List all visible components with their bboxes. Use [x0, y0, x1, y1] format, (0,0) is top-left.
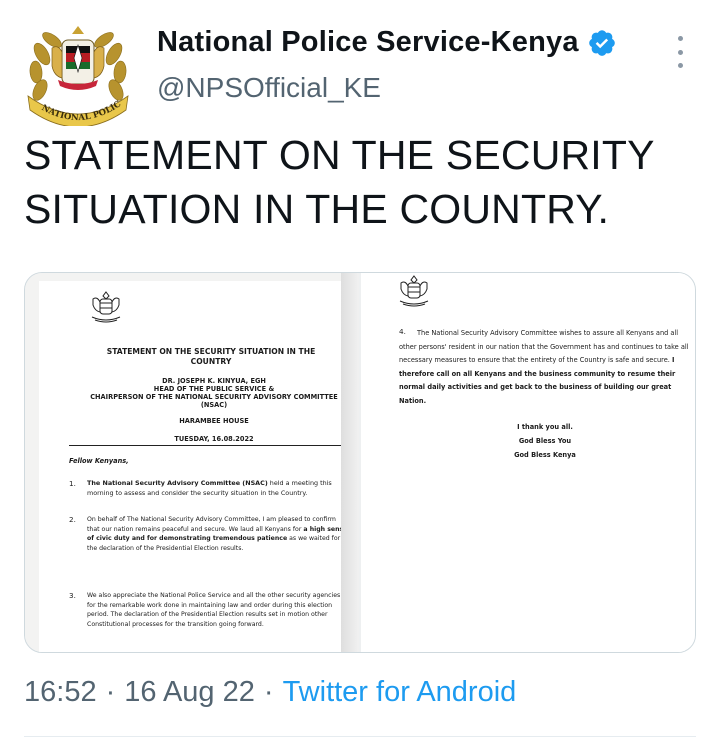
- tweet-media-grid[interactable]: STATEMENT ON THE SECURITY SITUATION IN T…: [24, 272, 696, 653]
- document-paragraph-4: The National Security Advisory Committee…: [399, 329, 689, 405]
- divider: [24, 736, 696, 737]
- account-handle[interactable]: @NPSOfficial_KE: [157, 72, 381, 104]
- document-author-role: CHAIRPERSON OF THE NATIONAL SECURITY ADV…: [90, 393, 338, 401]
- document-title: STATEMENT ON THE SECURITY SITUATION IN T…: [106, 347, 316, 366]
- document-closing: God Bless Kenya: [514, 451, 576, 459]
- tweet-source-link[interactable]: Twitter for Android: [283, 676, 517, 709]
- document-author-name: DR. JOSEPH K. KINYUA, EGH: [162, 377, 266, 385]
- more-dot: [677, 49, 683, 55]
- tweet: NATIONAL POLICE SERVICE National Police …: [0, 0, 720, 740]
- media-image-page-2[interactable]: 4. The National Security Advisory Commit…: [361, 273, 695, 652]
- tweet-time[interactable]: 16:52: [24, 676, 97, 709]
- document-rule: [69, 445, 349, 446]
- verified-badge-icon: [588, 29, 615, 56]
- document-salutation: Fellow Kenyans,: [69, 457, 129, 465]
- document-page-1: STATEMENT ON THE SECURITY SITUATION IN T…: [39, 281, 349, 652]
- document-paragraph-1: The National Security Advisory Committee…: [87, 479, 332, 497]
- avatar[interactable]: NATIONAL POLICE SERVICE: [22, 14, 134, 126]
- coat-of-arms-icon: [399, 275, 429, 307]
- document-author-role: (NSAC): [200, 401, 228, 409]
- display-name[interactable]: National Police Service-Kenya: [157, 26, 579, 59]
- document-closing: I thank you all.: [517, 423, 573, 431]
- separator-dot: ·: [263, 676, 274, 708]
- more-dot: [677, 36, 683, 41]
- document-page-2: 4. The National Security Advisory Commit…: [375, 273, 689, 652]
- paragraph-number: 2.: [69, 515, 76, 524]
- document-paragraph-3: We also appreciate the National Police S…: [87, 592, 341, 628]
- document-place: HARAMBEE HOUSE: [179, 417, 249, 425]
- author-name-row: National Police Service-Kenya: [157, 26, 617, 59]
- tweet-metadata: 16:52 · 16 Aug 22 · Twitter for Android: [24, 676, 516, 709]
- separator-dot: ·: [105, 676, 116, 708]
- page-edge-shadow: [341, 273, 359, 652]
- document-date: TUESDAY, 16.08.2022: [174, 435, 254, 443]
- tweet-date[interactable]: 16 Aug 22: [124, 676, 255, 709]
- document-paragraph-2: On behalf of The National Security Advis…: [87, 516, 348, 552]
- document-closing: God Bless You: [518, 437, 572, 445]
- tweet-text: STATEMENT ON THE SECURITY SITUATION IN T…: [24, 132, 654, 232]
- paragraph-number: 3.: [69, 591, 76, 600]
- paragraph-number: 1.: [69, 479, 76, 488]
- more-dot: [677, 63, 683, 68]
- media-image-page-1[interactable]: STATEMENT ON THE SECURITY SITUATION IN T…: [25, 273, 359, 652]
- coat-of-arms-icon: [91, 291, 121, 323]
- document-author-role: HEAD OF THE PUBLIC SERVICE &: [153, 385, 275, 393]
- more-vertical-icon[interactable]: [670, 32, 690, 72]
